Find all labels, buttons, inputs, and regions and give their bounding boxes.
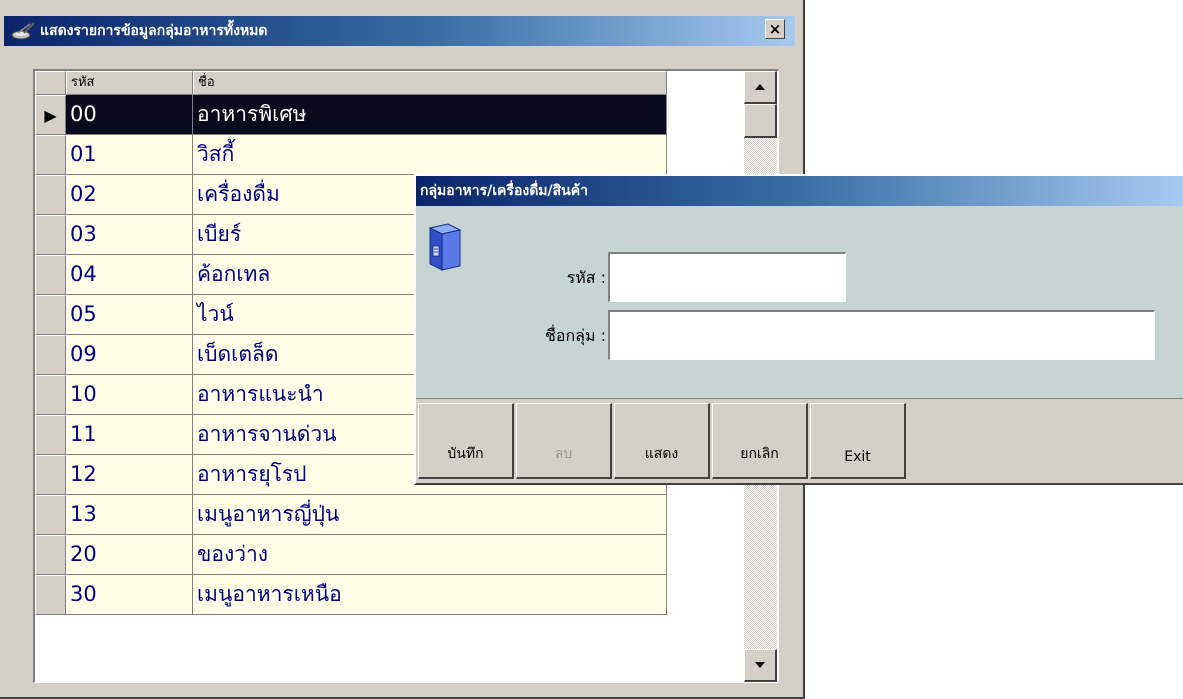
- row-indicator: [35, 535, 66, 575]
- close-button[interactable]: ×: [765, 19, 785, 39]
- code-label: รหัส :: [566, 268, 606, 287]
- row-indicator: [35, 375, 66, 415]
- table-row[interactable]: 01 วิสกี้: [35, 135, 667, 175]
- row-indicator: [35, 335, 66, 375]
- row-code[interactable]: 12: [66, 455, 193, 495]
- row-indicator: [35, 175, 66, 215]
- arrow-up-icon: [755, 84, 765, 90]
- header-name[interactable]: ชื่อ: [193, 71, 667, 95]
- row-code[interactable]: 10: [66, 375, 193, 415]
- row-code[interactable]: 09: [66, 335, 193, 375]
- row-code[interactable]: 05: [66, 295, 193, 335]
- header-code[interactable]: รหัส: [66, 71, 193, 95]
- table-row[interactable]: ▶ 00 อาหารพิเศษ: [35, 95, 667, 135]
- code-field[interactable]: [608, 252, 846, 302]
- row-indicator: [35, 415, 66, 455]
- row-code[interactable]: 13: [66, 495, 193, 535]
- scroll-up-button[interactable]: [744, 71, 777, 104]
- delete-button[interactable]: ลบ: [516, 403, 612, 479]
- row-name[interactable]: เมนูอาหารญี่ปุ่น: [193, 495, 667, 535]
- row-name[interactable]: ของว่าง: [193, 535, 667, 575]
- table-row[interactable]: 13 เมนูอาหารญี่ปุ่น: [35, 495, 667, 535]
- row-indicator: [35, 295, 66, 335]
- list-window-titlebar[interactable]: แสดงรายการข้อมูลกลุ่มอาหารทั้งหมด ×: [4, 16, 795, 46]
- row-code[interactable]: 01: [66, 135, 193, 175]
- list-window-title: แสดงรายการข้อมูลกลุ่มอาหารทั้งหมด: [40, 23, 268, 39]
- arrow-down-icon: [755, 662, 765, 668]
- cancel-button[interactable]: ยกเลิก: [712, 403, 808, 479]
- exit-button[interactable]: Exit: [810, 403, 906, 479]
- scroll-down-button[interactable]: [744, 649, 777, 682]
- table-row[interactable]: 30 เมนูอาหารเหนือ: [35, 575, 667, 615]
- save-button[interactable]: บันทึก: [418, 403, 514, 479]
- header-indicator-cell: [35, 71, 66, 95]
- show-button[interactable]: แสดง: [614, 403, 710, 479]
- row-code[interactable]: 02: [66, 175, 193, 215]
- row-name[interactable]: เมนูอาหารเหนือ: [193, 575, 667, 615]
- row-indicator: [35, 135, 66, 175]
- cancel-button-label: ยกเลิก: [740, 446, 779, 462]
- exit-button-label: Exit: [844, 449, 871, 465]
- row-indicator: [35, 455, 66, 495]
- row-indicator: [35, 575, 66, 615]
- table-row[interactable]: 20 ของว่าง: [35, 535, 667, 575]
- row-code[interactable]: 30: [66, 575, 193, 615]
- row-code[interactable]: 03: [66, 215, 193, 255]
- row-code[interactable]: 20: [66, 535, 193, 575]
- group-name-label: ชื่อกลุ่ม :: [545, 326, 606, 345]
- row-name[interactable]: อาหารพิเศษ: [193, 95, 667, 135]
- dialog-button-bar: บันทึก ลบ แสดง ยกเลิก Exit: [416, 398, 1183, 483]
- row-indicator: [35, 215, 66, 255]
- row-name[interactable]: วิสกี้: [193, 135, 667, 175]
- row-indicator: [35, 255, 66, 295]
- delete-button-label: ลบ: [554, 446, 573, 462]
- close-icon: ×: [768, 19, 782, 38]
- row-code[interactable]: 11: [66, 415, 193, 455]
- row-indicator: [35, 495, 66, 535]
- save-button-label: บันทึก: [447, 446, 484, 462]
- database-icon: [426, 222, 462, 272]
- grid-header: รหัส ชื่อ: [35, 71, 667, 95]
- show-button-label: แสดง: [644, 446, 679, 462]
- food-group-dialog: กลุ่มอาหาร/เครื่องดื่ม/สินค้า รหัส : ชื่…: [414, 174, 1183, 485]
- scroll-thumb[interactable]: [744, 104, 777, 138]
- row-code[interactable]: 04: [66, 255, 193, 295]
- group-name-field[interactable]: [608, 310, 1155, 360]
- row-code[interactable]: 00: [66, 95, 193, 135]
- dialog-title[interactable]: กลุ่มอาหาร/เครื่องดื่ม/สินค้า: [416, 176, 1183, 206]
- app-icon: [8, 19, 38, 43]
- row-pointer-icon: ▶: [35, 95, 66, 135]
